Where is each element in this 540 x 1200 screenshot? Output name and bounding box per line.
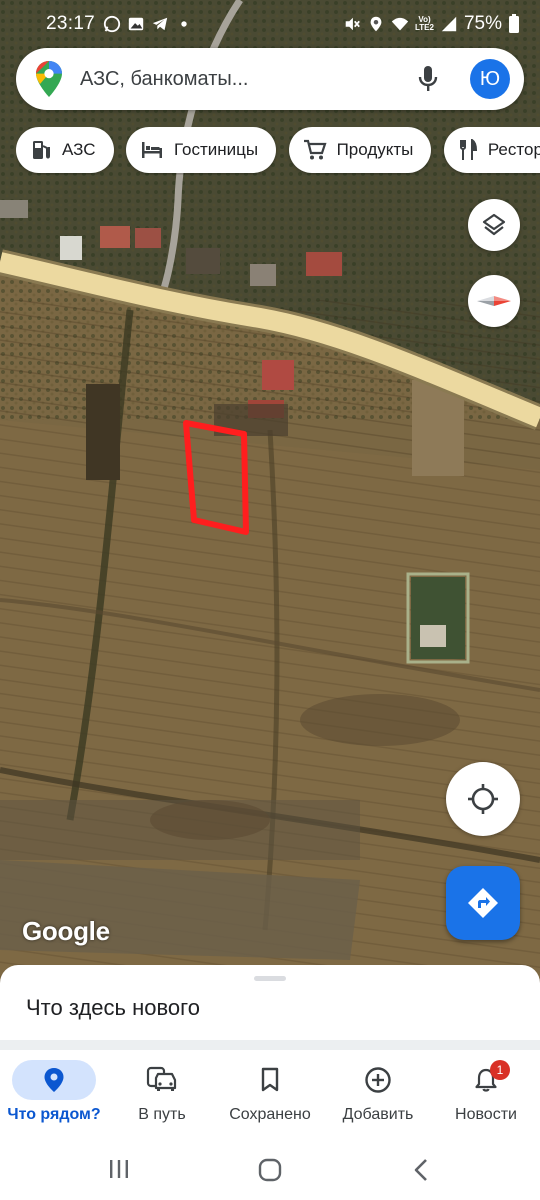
layers-button[interactable] [468,199,520,251]
mute-icon [345,17,360,31]
hotel-bed-icon [141,142,162,158]
battery-percent: 75% [463,13,502,34]
nav-label: Новости [455,1106,517,1123]
gas-station-icon [33,141,50,159]
category-chips: АЗС Гостиницы Продукты Ресторан [16,127,540,175]
status-time: 23:17 [46,13,96,34]
lte-label: LTE2 [415,23,434,32]
shopping-cart-icon [303,139,327,160]
nav-go[interactable]: В путь [108,1050,216,1140]
chip-restaurants[interactable]: Ресторан [443,127,540,173]
chip-label: АЗС [62,140,96,159]
chip-gas-stations[interactable]: АЗС [16,127,114,173]
notification-badge: 1 [490,1060,510,1080]
google-watermark: Google [22,916,110,946]
chip-groceries[interactable]: Продукты [288,127,432,173]
nav-label: Что рядом? [7,1106,101,1123]
layers-icon [482,213,506,236]
microphone-icon[interactable] [416,65,440,93]
directions-icon [468,888,498,918]
signal-icon [441,16,457,32]
search-bar[interactable]: АЗС, банкоматы... Ю [16,48,524,110]
nav-label: Сохранено [229,1106,311,1123]
chip-hotels[interactable]: Гостиницы [125,127,277,173]
status-bar: 23:17 Vo) LTE2 75% [0,0,540,48]
nav-updates[interactable]: 1 Новости [432,1050,540,1140]
gallery-icon [128,17,144,31]
directions-button[interactable] [446,866,520,940]
restaurant-icon [459,139,477,160]
recent-apps-icon[interactable] [108,1158,130,1180]
location-pin-icon [44,1068,64,1092]
back-icon[interactable] [412,1158,430,1182]
nav-label: В путь [138,1106,186,1123]
nav-label: Добавить [342,1106,414,1123]
home-icon[interactable] [258,1158,282,1182]
nav-explore[interactable]: Что рядом? [0,1050,108,1140]
sheet-title: Что здесь нового [26,995,200,1020]
commute-car-icon [146,1066,177,1091]
telegram-icon [152,17,168,31]
chip-label: Продукты [336,140,414,159]
chip-label: Ресторан [487,140,540,159]
bottom-navigation: Что рядом? В путь Сохранено Добавить 1 Н… [0,1050,540,1140]
location-status-icon [370,16,382,32]
whatsapp-icon [103,15,121,33]
battery-icon [509,14,519,33]
compass-button[interactable] [468,275,520,327]
chip-label: Гостиницы [173,140,259,159]
nav-saved[interactable]: Сохранено [216,1050,324,1140]
google-maps-pin-icon [36,61,62,97]
notification-dot-icon [181,21,187,27]
bookmark-icon [261,1067,279,1092]
nav-contribute[interactable]: Добавить [324,1050,432,1140]
compass-icon [477,296,511,306]
add-circle-icon [365,1067,391,1093]
drag-handle[interactable] [254,976,286,981]
account-avatar[interactable]: Ю [470,59,510,99]
my-location-button[interactable] [446,762,520,836]
crosshair-location-icon [468,784,498,814]
divider [0,1040,540,1050]
bottom-sheet[interactable]: Что здесь нового [0,965,540,1045]
wifi-icon [391,17,409,31]
system-navigation-bar [0,1140,540,1200]
search-input[interactable]: АЗС, банкоматы... [80,68,416,91]
